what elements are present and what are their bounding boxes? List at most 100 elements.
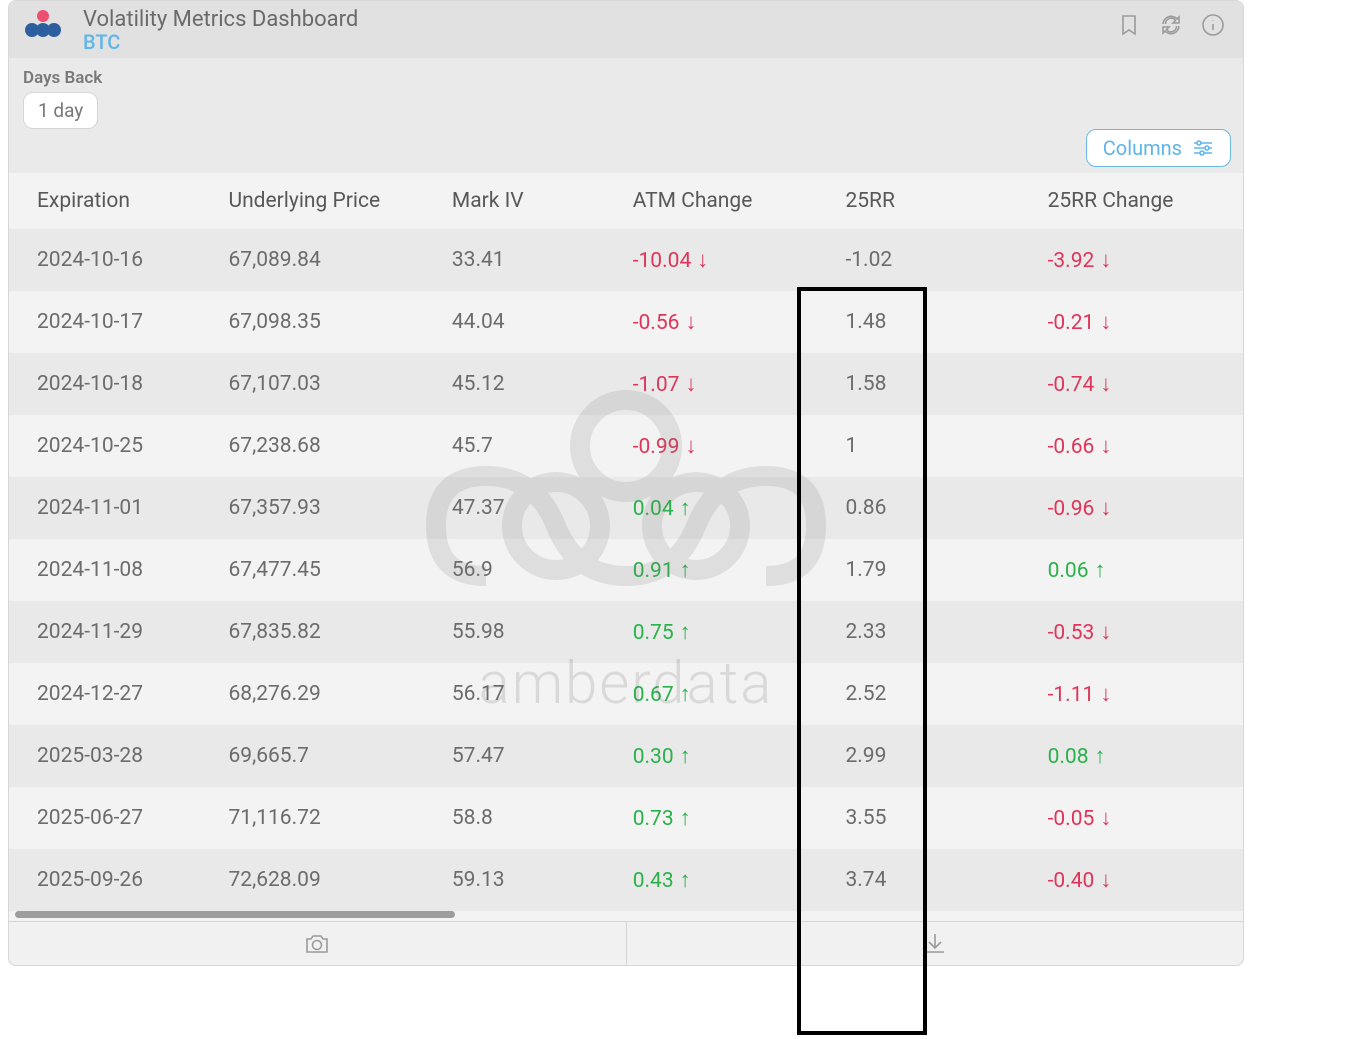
cell-25rr: 1 (817, 415, 1019, 477)
col-markiv[interactable]: Mark IV (424, 173, 605, 229)
cell-expiration: 2024-11-29 (9, 601, 200, 663)
cell-expiration: 2025-06-27 (9, 787, 200, 849)
cell-atm-change: 0.91↑ (605, 539, 818, 601)
download-icon (922, 931, 948, 957)
camera-icon (304, 931, 330, 957)
cell-underlying: 71,116.72 (200, 787, 423, 849)
col-atm-change[interactable]: ATM Change (605, 173, 818, 229)
arrow-down-icon: ↓ (1100, 434, 1111, 459)
asset-link[interactable]: BTC (83, 30, 1117, 54)
cell-expiration: 2024-10-25 (9, 415, 200, 477)
cell-25rr: -1.02 (817, 229, 1019, 291)
col-25rr[interactable]: 25RR (817, 173, 1019, 229)
table-container: amberdata Expiration Underlying Price Ma… (9, 173, 1243, 921)
cell-25rr-change: -0.21↓ (1020, 291, 1243, 353)
table-row[interactable]: 2024-10-1667,089.8433.41-10.04↓-1.02-3.9… (9, 229, 1243, 291)
cell-expiration: 2025-09-26 (9, 849, 200, 911)
cell-underlying: 67,107.03 (200, 353, 423, 415)
cell-25rr-change: -0.96↓ (1020, 477, 1243, 539)
table-header-row: Expiration Underlying Price Mark IV ATM … (9, 173, 1243, 229)
arrow-down-icon: ↓ (1100, 248, 1111, 273)
table-row[interactable]: 2024-10-1867,107.0345.12-1.07↓1.58-0.74↓ (9, 353, 1243, 415)
days-back-label: Days Back (23, 68, 1229, 88)
cell-markiv: 45.7 (424, 415, 605, 477)
cell-25rr: 0.86 (817, 477, 1019, 539)
col-25rr-change[interactable]: 25RR Change (1020, 173, 1243, 229)
columns-button-label: Columns (1103, 136, 1182, 160)
cell-markiv: 59.13 (424, 849, 605, 911)
screenshot-button[interactable] (9, 922, 626, 965)
cell-25rr: 1.79 (817, 539, 1019, 601)
cell-25rr-change: -3.92↓ (1020, 229, 1243, 291)
arrow-up-icon: ↑ (680, 620, 691, 645)
cell-atm-change: -0.99↓ (605, 415, 818, 477)
table-row[interactable]: 2024-11-0167,357.9347.370.04↑0.86-0.96↓ (9, 477, 1243, 539)
cell-25rr: 2.33 (817, 601, 1019, 663)
arrow-down-icon: ↓ (1100, 496, 1111, 521)
columns-button[interactable]: Columns (1086, 129, 1231, 167)
table-row[interactable]: 2024-10-2567,238.6845.7-0.99↓1-0.66↓ (9, 415, 1243, 477)
dashboard-panel: Volatility Metrics Dashboard BTC Days Ba… (8, 0, 1244, 966)
cell-atm-change: 0.75↑ (605, 601, 818, 663)
cell-expiration: 2025-03-28 (9, 725, 200, 787)
table-row[interactable]: 2025-03-2869,665.757.470.30↑2.990.08↑ (9, 725, 1243, 787)
cell-underlying: 69,665.7 (200, 725, 423, 787)
page-title: Volatility Metrics Dashboard (83, 7, 1117, 32)
table-row[interactable]: 2025-06-2771,116.7258.80.73↑3.55-0.05↓ (9, 787, 1243, 849)
bookmark-icon[interactable] (1117, 13, 1141, 41)
cell-markiv: 56.17 (424, 663, 605, 725)
arrow-down-icon: ↓ (1100, 868, 1111, 893)
cell-markiv: 58.8 (424, 787, 605, 849)
table-row[interactable]: 2025-09-2672,628.0959.130.43↑3.74-0.40↓ (9, 849, 1243, 911)
cell-markiv: 45.12 (424, 353, 605, 415)
table-row[interactable]: 2024-11-0867,477.4556.90.91↑1.790.06↑ (9, 539, 1243, 601)
arrow-down-icon: ↓ (1100, 310, 1111, 335)
horizontal-scrollbar[interactable] (9, 911, 1243, 921)
cell-underlying: 72,628.09 (200, 849, 423, 911)
cell-atm-change: 0.43↑ (605, 849, 818, 911)
download-button[interactable] (626, 922, 1244, 965)
cell-25rr: 3.74 (817, 849, 1019, 911)
arrow-up-icon: ↑ (1095, 744, 1106, 769)
cell-25rr: 2.99 (817, 725, 1019, 787)
table-row[interactable]: 2024-11-2967,835.8255.980.75↑2.33-0.53↓ (9, 601, 1243, 663)
info-icon[interactable] (1201, 13, 1225, 41)
cell-atm-change: -0.56↓ (605, 291, 818, 353)
cell-25rr-change: -0.53↓ (1020, 601, 1243, 663)
columns-config-icon (1192, 139, 1214, 157)
arrow-up-icon: ↑ (1095, 558, 1106, 583)
cell-25rr-change: -1.11↓ (1020, 663, 1243, 725)
refresh-icon[interactable] (1159, 13, 1183, 41)
cell-expiration: 2024-11-01 (9, 477, 200, 539)
arrow-up-icon: ↑ (680, 744, 691, 769)
cell-atm-change: -1.07↓ (605, 353, 818, 415)
cell-underlying: 67,477.45 (200, 539, 423, 601)
cell-underlying: 67,357.93 (200, 477, 423, 539)
arrow-up-icon: ↑ (680, 682, 691, 707)
cell-expiration: 2024-12-27 (9, 663, 200, 725)
cell-expiration: 2024-10-18 (9, 353, 200, 415)
arrow-down-icon: ↓ (685, 310, 696, 335)
arrow-up-icon: ↑ (680, 806, 691, 831)
cell-markiv: 56.9 (424, 539, 605, 601)
cell-25rr-change: 0.08↑ (1020, 725, 1243, 787)
cell-25rr-change: -0.40↓ (1020, 849, 1243, 911)
cell-atm-change: 0.67↑ (605, 663, 818, 725)
cell-markiv: 44.04 (424, 291, 605, 353)
table-row[interactable]: 2024-10-1767,098.3544.04-0.56↓1.48-0.21↓ (9, 291, 1243, 353)
cell-atm-change: 0.04↑ (605, 477, 818, 539)
col-underlying[interactable]: Underlying Price (200, 173, 423, 229)
arrow-down-icon: ↓ (1100, 682, 1111, 707)
table-row[interactable]: 2024-12-2768,276.2956.170.67↑2.52-1.11↓ (9, 663, 1243, 725)
metrics-table: Expiration Underlying Price Mark IV ATM … (9, 173, 1243, 911)
cell-underlying: 68,276.29 (200, 663, 423, 725)
days-back-select[interactable]: 1 day (23, 92, 98, 129)
arrow-down-icon: ↓ (697, 248, 708, 273)
cell-markiv: 47.37 (424, 477, 605, 539)
cell-underlying: 67,835.82 (200, 601, 423, 663)
panel-footer (9, 921, 1243, 965)
cell-underlying: 67,098.35 (200, 291, 423, 353)
arrow-down-icon: ↓ (685, 372, 696, 397)
col-expiration[interactable]: Expiration (9, 173, 200, 229)
cell-25rr-change: 0.06↑ (1020, 539, 1243, 601)
